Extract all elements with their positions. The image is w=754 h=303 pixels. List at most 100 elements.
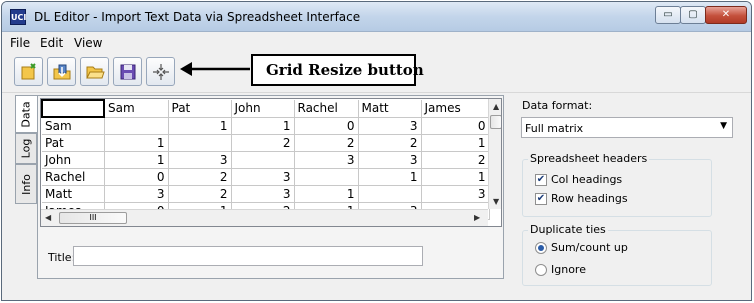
grid-cell[interactable]: 1: [168, 117, 232, 135]
import-icon: [53, 64, 70, 79]
spreadsheet-headers-legend: Spreadsheet headers: [528, 152, 650, 165]
grid-cell[interactable]: 3: [231, 168, 295, 186]
table-row: Rachel 0 2 3 1 1: [42, 168, 490, 186]
minimize-button[interactable]: ▭: [655, 6, 681, 24]
grid-corner-cell[interactable]: [41, 99, 105, 118]
menu-edit[interactable]: Edit: [40, 36, 63, 50]
data-format-value: Full matrix: [525, 122, 584, 135]
column-header[interactable]: Pat: [168, 100, 232, 118]
grid-cell[interactable]: 0: [421, 117, 490, 135]
scroll-down-icon[interactable]: ▼: [493, 197, 499, 206]
data-format-select[interactable]: Full matrix ▼: [521, 117, 733, 138]
save-button[interactable]: [113, 57, 142, 86]
duplicate-ties-legend: Duplicate ties: [528, 223, 608, 236]
grid-resize-button[interactable]: [146, 57, 175, 86]
grid-cell[interactable]: 2: [168, 168, 232, 186]
grid-cell[interactable]: 3: [358, 117, 422, 135]
grid-cell[interactable]: 3: [421, 185, 490, 203]
grid-cell[interactable]: 1: [421, 134, 490, 152]
title-label: Title:: [48, 251, 76, 264]
window-title: DL Editor - Import Text Data via Spreads…: [34, 10, 361, 24]
grid-header-row: Sam Pat John Rachel Matt James: [41, 99, 490, 118]
row-header[interactable]: Rachel: [42, 168, 105, 186]
column-header[interactable]: Rachel: [294, 100, 359, 118]
grid-cell[interactable]: 2: [168, 185, 232, 203]
grid-cell[interactable]: 1: [421, 168, 490, 186]
grid-table: Sam Pat John Rachel Matt James Sam 1 1 0 3 0 Pat 1 2 2 2…: [41, 99, 490, 220]
app-window: UCI DL Editor - Import Text Data via Spr…: [1, 1, 752, 301]
grid-cell[interactable]: 2: [294, 134, 359, 152]
close-button[interactable]: ✕: [705, 6, 747, 24]
row-headings-checkbox[interactable]: ✔ Row headings: [535, 192, 628, 205]
side-tabs: Data Log Info: [15, 95, 37, 295]
column-header[interactable]: Matt: [358, 100, 422, 118]
table-row: Pat 1 2 2 2 1: [42, 134, 490, 152]
scroll-left-icon[interactable]: ◀: [45, 213, 51, 222]
table-row: John 1 3 3 3 2: [42, 151, 490, 169]
grid-cell[interactable]: 1: [104, 151, 169, 169]
row-headings-label: Row headings: [551, 192, 628, 205]
chevron-down-icon: ▼: [720, 121, 727, 131]
grid-cell[interactable]: [231, 151, 295, 169]
grid-cell[interactable]: 3: [294, 151, 359, 169]
menu-file[interactable]: File: [10, 36, 30, 50]
vertical-scroll-thumb[interactable]: [490, 115, 501, 129]
grid-cell[interactable]: 1: [231, 117, 295, 135]
grid-cell[interactable]: 2: [421, 151, 490, 169]
grid-cell[interactable]: 1: [104, 134, 169, 152]
grid-vertical-scrollbar[interactable]: ▲ ▼: [488, 99, 501, 209]
title-input[interactable]: [73, 246, 423, 266]
scroll-up-icon[interactable]: ▲: [493, 102, 499, 111]
grid-cell[interactable]: 3: [104, 185, 169, 203]
grid-horizontal-scrollbar[interactable]: ◀ III ▶: [41, 209, 488, 226]
checkmark-icon: ✔: [535, 192, 547, 205]
grid-cell[interactable]: [358, 185, 422, 203]
grid-resize-icon: [152, 63, 169, 80]
tab-log[interactable]: Log: [15, 133, 37, 164]
horizontal-scroll-thumb[interactable]: III: [59, 212, 127, 224]
grid-cell[interactable]: [104, 117, 169, 135]
col-headings-label: Col headings: [551, 173, 623, 186]
scroll-right-icon[interactable]: ▶: [474, 213, 480, 222]
menu-view[interactable]: View: [74, 36, 102, 50]
grid-cell[interactable]: [294, 168, 359, 186]
new-file-icon: [21, 62, 36, 79]
column-header[interactable]: Sam: [104, 100, 169, 118]
row-header[interactable]: John: [42, 151, 105, 169]
row-header[interactable]: Pat: [42, 134, 105, 152]
maximize-button[interactable]: ▢: [680, 6, 706, 24]
open-folder-button[interactable]: [80, 57, 109, 86]
radio-unselected-icon: [535, 263, 547, 276]
col-headings-checkbox[interactable]: ✔ Col headings: [535, 173, 622, 186]
tab-data[interactable]: Data: [15, 95, 37, 133]
grid-cell[interactable]: 2: [358, 134, 422, 152]
tab-info[interactable]: Info: [15, 164, 37, 204]
spreadsheet-grid[interactable]: Sam Pat John Rachel Matt James Sam 1 1 0 3 0 Pat 1 2 2 2…: [40, 98, 502, 227]
radio-selected-icon: [535, 241, 547, 254]
new-file-button[interactable]: [14, 57, 43, 86]
grid-cell[interactable]: 1: [294, 185, 359, 203]
app-logo-icon: UCI: [10, 9, 26, 25]
grid-cell[interactable]: 3: [231, 185, 295, 203]
table-row: Sam 1 1 0 3 0: [42, 117, 490, 135]
import-button[interactable]: [47, 57, 76, 86]
annotation-arrow-icon: [180, 62, 250, 76]
sum-count-radio[interactable]: Sum/count up: [535, 241, 628, 254]
open-folder-icon: [85, 66, 105, 78]
row-header[interactable]: Matt: [42, 185, 105, 203]
table-row: Matt 3 2 3 1 3: [42, 185, 490, 203]
ignore-label: Ignore: [551, 263, 586, 276]
ignore-radio[interactable]: Ignore: [535, 263, 586, 276]
grid-cell[interactable]: 2: [231, 134, 295, 152]
column-header[interactable]: John: [231, 100, 295, 118]
title-bar[interactable]: UCI DL Editor - Import Text Data via Spr…: [2, 2, 751, 32]
grid-cell[interactable]: [168, 134, 232, 152]
row-header[interactable]: Sam: [42, 117, 105, 135]
column-header[interactable]: James: [421, 100, 490, 118]
grid-cell[interactable]: 0: [104, 168, 169, 186]
grid-cell[interactable]: 3: [168, 151, 232, 169]
grid-cell[interactable]: 1: [358, 168, 422, 186]
duplicate-ties-group: Duplicate ties Sum/count up Ignore: [522, 223, 712, 286]
grid-cell[interactable]: 0: [294, 117, 359, 135]
grid-cell[interactable]: 3: [358, 151, 422, 169]
